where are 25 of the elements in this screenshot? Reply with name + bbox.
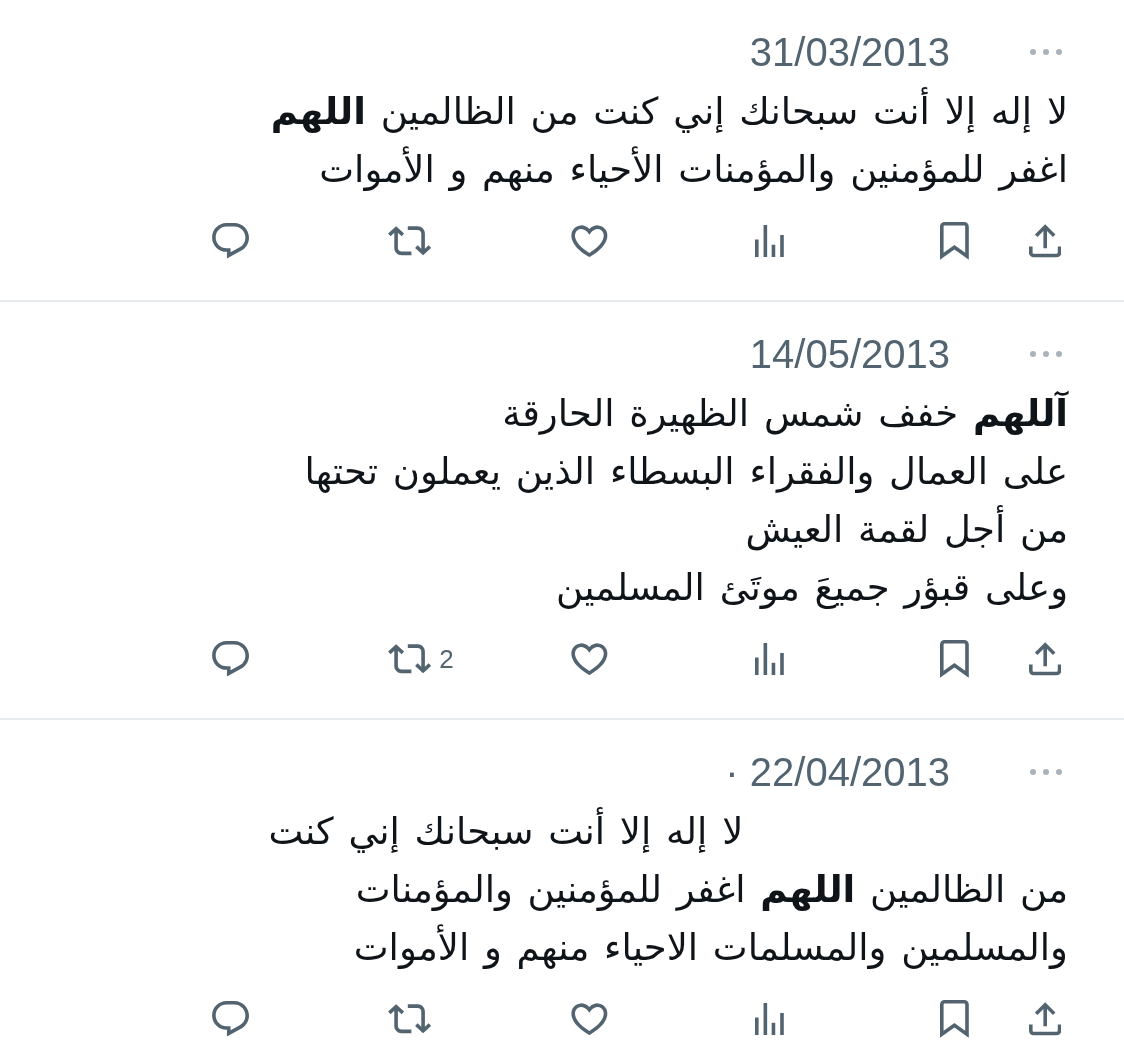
loop-arrows-icon bbox=[388, 1004, 432, 1034]
share-icon bbox=[1028, 1002, 1061, 1036]
tweet-date: 31/03/2013 bbox=[749, 29, 950, 76]
bookmark-icon bbox=[939, 640, 969, 678]
speech-bubble-icon bbox=[212, 641, 250, 677]
tweet-text: لا إله إلا أنت سبحانك إني كنت من الظالمين اللهم اغفر للمؤمنين والمؤمنات والمسلمين والمسلمات الاحياء منهم و الأموات bbox=[268, 803, 1068, 977]
tweet-date: 14/05/2013 bbox=[749, 331, 950, 378]
speech-bubble-icon bbox=[212, 1001, 250, 1037]
heart-icon bbox=[571, 643, 608, 675]
share-icon bbox=[1028, 642, 1061, 676]
heart-icon bbox=[571, 1003, 608, 1035]
bar-chart-icon bbox=[755, 642, 784, 676]
repost-button[interactable]: 2 bbox=[384, 639, 458, 678]
tweet-date: · 22/04/2013 bbox=[725, 749, 950, 796]
bookmark-icon bbox=[939, 1000, 969, 1038]
speech-bubble-icon bbox=[212, 223, 250, 259]
loop-arrows-icon bbox=[388, 644, 432, 674]
heart-icon bbox=[571, 225, 608, 257]
tweet-text: آللهم خفف شمس الظهيرة الحارقة على العمال والفقراء البسطاء الذين يعملون تحتها من أجل لقمة العيش وعلى قبؤر جميعَ موتَئ المسلمين bbox=[304, 389, 1068, 611]
bookmark-icon bbox=[939, 222, 969, 260]
share-icon bbox=[1028, 224, 1061, 258]
tweet-text: لا إله إلا أنت سبحانك إني كنت من الظالمين اللهم اغفر للمؤمنين والمؤمنات الأحياء منهم و الأموات bbox=[270, 83, 1068, 199]
bar-chart-icon bbox=[755, 224, 784, 258]
bar-chart-icon bbox=[755, 1002, 784, 1036]
loop-arrows-icon bbox=[388, 226, 432, 256]
